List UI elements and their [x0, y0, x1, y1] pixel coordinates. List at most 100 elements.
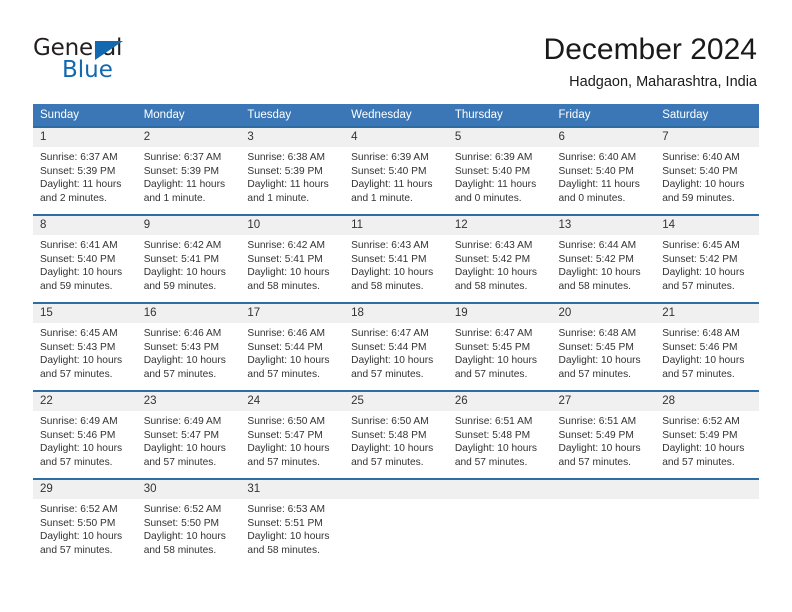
- general-blue-logo[interactable]: General Blue: [33, 36, 173, 86]
- day-details: Sunrise: 6:47 AM Sunset: 5:44 PM Daylight:…: [344, 323, 448, 387]
- calendar-page: General Blue December 2024 Hadgaon, Maha…: [0, 0, 792, 612]
- day-cell-inner: 12 Sunrise: 6:43 AM Sunset: 5:42 PM Dayligh…: [447, 216, 552, 302]
- daylight-text: Daylight: 10 hours and 59 minutes.: [40, 267, 123, 292]
- sunset-text: Sunset: 5:44 PM: [247, 341, 323, 353]
- sunset-text: Sunset: 5:48 PM: [454, 429, 531, 441]
- sunset-text: Sunset: 5:39 PM: [143, 165, 220, 177]
- calendar-day-cell[interactable]: 10 Sunrise: 6:42 AM Sunset: 5:41 PM Dayligh…: [240, 214, 345, 303]
- day-details: [448, 499, 552, 509]
- calendar-day-cell[interactable]: 20 Sunrise: 6:48 AM Sunset: 5:45 PM Dayligh…: [551, 302, 656, 391]
- daylight-text: Daylight: 10 hours and 59 minutes.: [662, 179, 745, 204]
- sunset-text: Sunset: 5:50 PM: [143, 517, 220, 529]
- sunrise-text: Sunrise: 6:44 AM: [558, 240, 637, 251]
- calendar-day-cell[interactable]: 30 Sunrise: 6:52 AM Sunset: 5:50 PM Dayligh…: [136, 478, 241, 566]
- calendar-day-cell[interactable]: 3 Sunrise: 6:38 AM Sunset: 5:39 PM Daylight…: [240, 126, 345, 215]
- sunset-text: Sunset: 5:43 PM: [143, 341, 220, 353]
- day-cell-inner: 24 Sunrise: 6:50 AM Sunset: 5:47 PM Dayligh…: [240, 392, 345, 478]
- calendar-week-row: 1 Sunrise: 6:37 AM Sunset: 5:39 PM Daylight…: [33, 126, 759, 215]
- calendar-day-cell[interactable]: 24 Sunrise: 6:50 AM Sunset: 5:47 PM Dayligh…: [240, 390, 345, 479]
- day-number: 31: [240, 480, 345, 499]
- calendar-day-cell[interactable]: 5 Sunrise: 6:39 AM Sunset: 5:40 PM Daylight…: [447, 126, 552, 215]
- day-cell-inner: 13 Sunrise: 6:44 AM Sunset: 5:42 PM Dayligh…: [551, 216, 656, 302]
- day-cell-inner: [447, 480, 552, 566]
- calendar-day-cell[interactable]: 15 Sunrise: 6:45 AM Sunset: 5:43 PM Dayligh…: [33, 302, 137, 391]
- calendar-day-cell[interactable]: 18 Sunrise: 6:47 AM Sunset: 5:44 PM Dayligh…: [344, 302, 448, 391]
- sunrise-text: Sunrise: 6:45 AM: [40, 328, 118, 339]
- day-cell-inner: 8 Sunrise: 6:41 AM Sunset: 5:40 PM Daylight…: [33, 216, 137, 302]
- calendar-day-cell[interactable]: 23 Sunrise: 6:49 AM Sunset: 5:47 PM Dayligh…: [136, 390, 241, 479]
- calendar-day-cell[interactable]: 6 Sunrise: 6:40 AM Sunset: 5:40 PM Daylight…: [551, 126, 656, 215]
- daylight-text: Daylight: 11 hours and 0 minutes.: [558, 179, 640, 204]
- day-number: 26: [447, 392, 552, 411]
- calendar-day-cell[interactable]: 9 Sunrise: 6:42 AM Sunset: 5:41 PM Daylight…: [136, 214, 241, 303]
- day-details: Sunrise: 6:42 AM Sunset: 5:41 PM Daylight:…: [240, 235, 344, 299]
- calendar-day-cell[interactable]: 21 Sunrise: 6:48 AM Sunset: 5:46 PM Dayligh…: [655, 302, 759, 391]
- calendar-day-cell[interactable]: 27 Sunrise: 6:51 AM Sunset: 5:49 PM Dayligh…: [551, 390, 656, 479]
- daylight-text: Daylight: 11 hours and 1 minute.: [247, 179, 329, 204]
- sunset-text: Sunset: 5:41 PM: [143, 253, 220, 265]
- sunset-text: Sunset: 5:50 PM: [40, 517, 116, 529]
- sunrise-text: Sunrise: 6:53 AM: [247, 504, 325, 515]
- calendar-day-cell[interactable]: 1 Sunrise: 6:37 AM Sunset: 5:39 PM Daylight…: [33, 126, 137, 215]
- sunset-text: Sunset: 5:46 PM: [662, 341, 738, 353]
- sunrise-text: Sunrise: 6:46 AM: [247, 328, 325, 339]
- sunset-text: Sunset: 5:41 PM: [247, 253, 323, 265]
- sunrise-text: Sunrise: 6:43 AM: [454, 240, 533, 251]
- daylight-text: Daylight: 10 hours and 57 minutes.: [454, 355, 537, 380]
- daylight-text: Daylight: 11 hours and 0 minutes.: [454, 179, 537, 204]
- sunrise-text: Sunrise: 6:51 AM: [454, 416, 533, 427]
- weekday-header-thursday: Thursday: [447, 104, 552, 127]
- day-cell-inner: 22 Sunrise: 6:49 AM Sunset: 5:46 PM Dayligh…: [33, 392, 137, 478]
- calendar-day-cell[interactable]: 8 Sunrise: 6:41 AM Sunset: 5:40 PM Daylight…: [33, 214, 137, 303]
- calendar-day-cell[interactable]: 2 Sunrise: 6:37 AM Sunset: 5:39 PM Daylight…: [136, 126, 241, 215]
- calendar-day-cell[interactable]: 4 Sunrise: 6:39 AM Sunset: 5:40 PM Daylight…: [344, 126, 448, 215]
- sunrise-text: Sunrise: 6:51 AM: [558, 416, 637, 427]
- calendar-day-cell[interactable]: 14 Sunrise: 6:45 AM Sunset: 5:42 PM Dayligh…: [655, 214, 759, 303]
- calendar-day-cell[interactable]: 13 Sunrise: 6:44 AM Sunset: 5:42 PM Dayligh…: [551, 214, 656, 303]
- day-cell-inner: 2 Sunrise: 6:37 AM Sunset: 5:39 PM Daylight…: [136, 128, 241, 214]
- day-number: [344, 480, 448, 499]
- sunset-text: Sunset: 5:42 PM: [662, 253, 738, 265]
- calendar-day-cell[interactable]: 19 Sunrise: 6:47 AM Sunset: 5:45 PM Dayligh…: [447, 302, 552, 391]
- calendar-day-cell[interactable]: 12 Sunrise: 6:43 AM Sunset: 5:42 PM Dayligh…: [447, 214, 552, 303]
- daylight-text: Daylight: 10 hours and 57 minutes.: [454, 443, 537, 468]
- day-cell-inner: 28 Sunrise: 6:52 AM Sunset: 5:49 PM Dayligh…: [655, 392, 759, 478]
- weekday-header-wednesday: Wednesday: [344, 104, 448, 127]
- day-cell-inner: 6 Sunrise: 6:40 AM Sunset: 5:40 PM Daylight…: [551, 128, 656, 214]
- day-number: 18: [344, 304, 448, 323]
- calendar-body: 1 Sunrise: 6:37 AM Sunset: 5:39 PM Daylight…: [33, 126, 759, 566]
- day-cell-inner: 27 Sunrise: 6:51 AM Sunset: 5:49 PM Dayligh…: [551, 392, 656, 478]
- day-cell-inner: [551, 480, 656, 566]
- day-details: Sunrise: 6:37 AM Sunset: 5:39 PM Daylight:…: [137, 147, 241, 211]
- calendar-day-cell[interactable]: 7 Sunrise: 6:40 AM Sunset: 5:40 PM Daylight…: [655, 126, 759, 215]
- sunrise-text: Sunrise: 6:40 AM: [662, 152, 740, 163]
- day-number: 24: [240, 392, 345, 411]
- sunset-text: Sunset: 5:40 PM: [558, 165, 634, 177]
- day-cell-inner: 18 Sunrise: 6:47 AM Sunset: 5:44 PM Dayligh…: [344, 304, 448, 390]
- calendar-day-cell[interactable]: 28 Sunrise: 6:52 AM Sunset: 5:49 PM Dayligh…: [655, 390, 759, 479]
- sunset-text: Sunset: 5:45 PM: [558, 341, 634, 353]
- sunrise-text: Sunrise: 6:37 AM: [143, 152, 222, 163]
- day-number: 29: [33, 480, 137, 499]
- daylight-text: Daylight: 10 hours and 57 minutes.: [143, 355, 226, 380]
- calendar-day-cell[interactable]: 29 Sunrise: 6:52 AM Sunset: 5:50 PM Dayligh…: [33, 478, 137, 566]
- calendar-day-cell[interactable]: 11 Sunrise: 6:43 AM Sunset: 5:41 PM Dayligh…: [344, 214, 448, 303]
- calendar-day-cell[interactable]: 17 Sunrise: 6:46 AM Sunset: 5:44 PM Dayligh…: [240, 302, 345, 391]
- daylight-text: Daylight: 10 hours and 58 minutes.: [143, 531, 226, 556]
- day-cell-inner: 20 Sunrise: 6:48 AM Sunset: 5:45 PM Dayligh…: [551, 304, 656, 390]
- daylight-text: Daylight: 10 hours and 57 minutes.: [143, 443, 226, 468]
- calendar-day-cell[interactable]: 22 Sunrise: 6:49 AM Sunset: 5:46 PM Dayligh…: [33, 390, 137, 479]
- day-details: Sunrise: 6:37 AM Sunset: 5:39 PM Daylight:…: [33, 147, 137, 211]
- day-cell-inner: 1 Sunrise: 6:37 AM Sunset: 5:39 PM Daylight…: [33, 128, 137, 214]
- sunset-text: Sunset: 5:44 PM: [351, 341, 427, 353]
- calendar-day-cell[interactable]: 26 Sunrise: 6:51 AM Sunset: 5:48 PM Dayligh…: [447, 390, 552, 479]
- calendar-day-cell[interactable]: 16 Sunrise: 6:46 AM Sunset: 5:43 PM Dayligh…: [136, 302, 241, 391]
- title-block: December 2024 Hadgaon, Maharashtra, Indi…: [544, 32, 757, 91]
- calendar-empty-cell: [655, 478, 759, 566]
- calendar-day-cell[interactable]: 25 Sunrise: 6:50 AM Sunset: 5:48 PM Dayligh…: [344, 390, 448, 479]
- sunset-text: Sunset: 5:46 PM: [40, 429, 116, 441]
- day-details: [655, 499, 759, 509]
- day-cell-inner: 29 Sunrise: 6:52 AM Sunset: 5:50 PM Dayligh…: [33, 480, 137, 566]
- calendar-day-cell[interactable]: 31 Sunrise: 6:53 AM Sunset: 5:51 PM Dayligh…: [240, 478, 345, 566]
- day-cell-inner: 14 Sunrise: 6:45 AM Sunset: 5:42 PM Dayligh…: [655, 216, 759, 302]
